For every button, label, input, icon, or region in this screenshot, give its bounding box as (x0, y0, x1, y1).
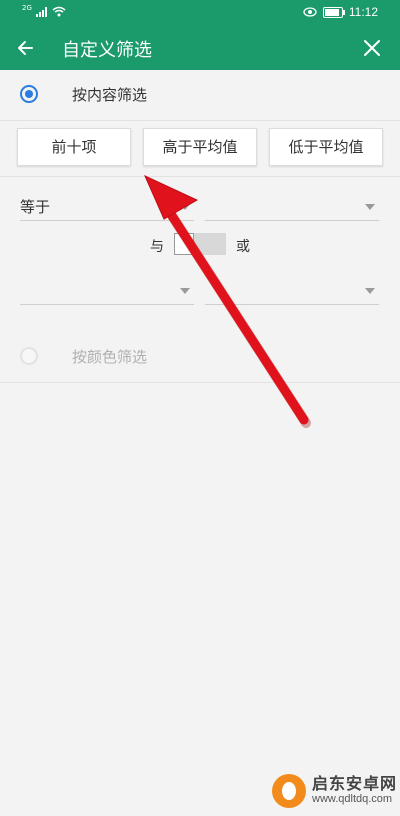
logic-or-label: 或 (236, 239, 250, 255)
status-bar: 2G 11:12 (0, 0, 400, 26)
app-bar: 自定义筛选 (0, 26, 400, 70)
chevron-down-icon (180, 204, 190, 210)
below-average-button[interactable]: 低于平均值 (269, 128, 383, 166)
divider (0, 382, 400, 383)
divider (0, 120, 400, 121)
filter-by-color-label: 按颜色筛选 (72, 348, 148, 366)
page-title: 自定义筛选 (62, 40, 152, 61)
filter-by-color-radio[interactable] (20, 347, 38, 365)
close-button[interactable] (358, 34, 386, 62)
eye-icon (303, 7, 317, 17)
condition-2-operator-dropdown[interactable] (20, 278, 194, 305)
arrow-left-icon (18, 41, 33, 55)
filter-by-content-option[interactable]: 按内容筛选 (0, 70, 400, 116)
watermark-logo-icon (272, 774, 306, 808)
above-average-button[interactable]: 高于平均值 (143, 128, 257, 166)
signal-icon (35, 6, 47, 17)
divider (0, 176, 400, 177)
and-or-toggle[interactable] (174, 233, 226, 255)
status-left: 2G (22, 4, 66, 17)
close-icon (364, 40, 380, 56)
watermark-name: 启东安卓网 (312, 774, 398, 793)
network-type-label: 2G (22, 4, 32, 12)
condition-1-operator-dropdown[interactable]: 等于 (20, 194, 194, 221)
chevron-down-icon (365, 288, 375, 294)
back-button[interactable] (12, 34, 40, 62)
condition-1-operator-value: 等于 (20, 198, 51, 216)
toggle-knob (174, 233, 194, 255)
chevron-down-icon (180, 288, 190, 294)
watermark-url: www.qdltdq.com (312, 793, 393, 805)
filter-by-color-option[interactable]: 按颜色筛选 (0, 332, 400, 378)
logic-and-label: 与 (150, 239, 164, 255)
watermark: 启东安卓网 www.qdltdq.com (272, 762, 400, 816)
chevron-down-icon (365, 204, 375, 210)
battery-level (324, 8, 339, 16)
top-ten-button[interactable]: 前十项 (17, 128, 131, 166)
condition-2-value-dropdown[interactable] (205, 278, 379, 305)
status-right: 11:12 (303, 5, 378, 19)
condition-1-value-dropdown[interactable] (205, 194, 379, 221)
filter-by-content-label: 按内容筛选 (72, 86, 148, 104)
annotation-arrow (144, 174, 311, 428)
wifi-icon (52, 6, 66, 17)
filter-by-content-radio[interactable] (20, 85, 38, 103)
clock: 11:12 (348, 5, 378, 19)
battery-icon (322, 6, 345, 18)
